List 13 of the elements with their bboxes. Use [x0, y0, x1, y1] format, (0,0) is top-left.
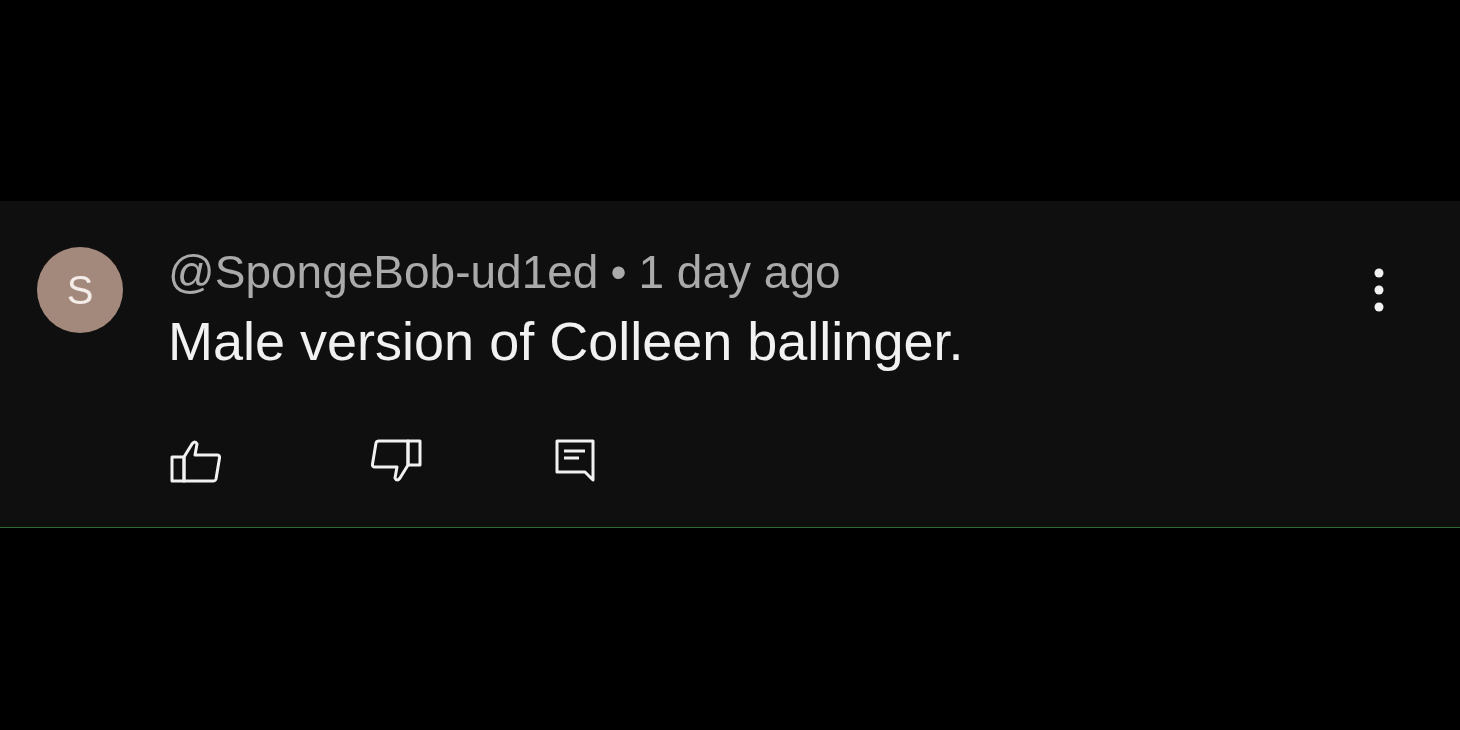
dislike-button[interactable]: [370, 439, 422, 483]
timestamp: 1 day ago: [638, 245, 841, 299]
author-name[interactable]: @SpongeBob-ud1ed: [168, 245, 599, 299]
separator-dot: •: [610, 245, 627, 299]
thumbs-up-icon: [170, 439, 222, 483]
thumbs-down-icon: [370, 439, 422, 483]
reply-button[interactable]: [555, 439, 595, 483]
more-options-button[interactable]: [1374, 268, 1384, 312]
avatar-circle: S: [37, 247, 123, 333]
more-icon: [1374, 268, 1384, 312]
like-button[interactable]: [170, 439, 222, 483]
comment-icon: [555, 439, 595, 483]
comment-text: Male version of Colleen ballinger.: [168, 310, 964, 373]
